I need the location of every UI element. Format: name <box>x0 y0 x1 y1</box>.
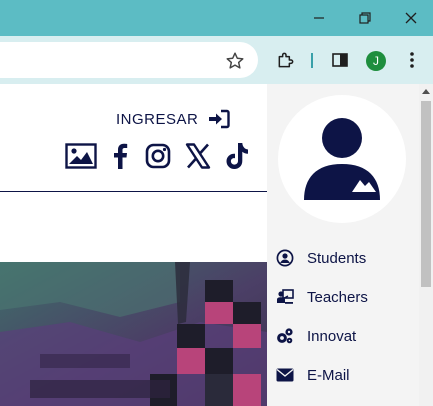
facebook-link[interactable] <box>109 141 131 171</box>
sign-in-icon <box>209 109 231 129</box>
scroll-up-button[interactable] <box>419 84 433 98</box>
login-label: INGRESAR <box>116 110 199 128</box>
instagram-link[interactable] <box>143 141 173 171</box>
user-avatar-icon <box>304 118 380 200</box>
close-icon <box>405 12 417 24</box>
sidebar-item-label: Teachers <box>307 288 368 306</box>
close-window-button[interactable] <box>388 0 433 36</box>
bookmark-star-button[interactable] <box>224 50 246 72</box>
scroll-thumb[interactable] <box>421 101 431 287</box>
minimize-icon <box>314 17 324 19</box>
instagram-icon <box>145 143 171 169</box>
tiktok-link[interactable] <box>223 141 251 171</box>
sidebar-panel: Students Teachers Innovat E-Mail <box>267 84 419 406</box>
star-icon <box>226 52 244 69</box>
teacher-icon <box>276 288 294 306</box>
header-divider <box>0 191 267 192</box>
facebook-icon <box>114 143 128 169</box>
sidebar-item-email[interactable]: E-Mail <box>267 360 419 390</box>
avatar[interactable] <box>278 95 406 223</box>
minimize-button[interactable] <box>296 0 342 36</box>
side-panel-icon <box>332 53 348 67</box>
more-menu-button[interactable] <box>400 48 424 72</box>
gears-icon <box>276 327 294 345</box>
extensions-icon <box>278 52 294 68</box>
scroll-up-arrow-icon <box>422 89 430 94</box>
toolbar-separator <box>311 53 313 68</box>
more-menu-icon <box>410 52 414 68</box>
gallery-icon <box>65 143 97 169</box>
sidebar-item-innovat[interactable]: Innovat <box>267 321 419 351</box>
sidebar-item-label: E-Mail <box>307 366 350 384</box>
sidebar-item-label: Students <box>307 249 367 267</box>
login-link[interactable]: INGRESAR <box>116 109 231 129</box>
page-scrollbar[interactable] <box>419 84 433 406</box>
sidebar-item-students[interactable]: Students <box>267 243 419 273</box>
hero-image <box>0 262 267 406</box>
address-bar[interactable] <box>0 42 258 78</box>
restore-button[interactable] <box>342 0 388 36</box>
tiktok-icon <box>226 143 248 169</box>
side-panel-button[interactable] <box>328 48 352 72</box>
hero-photo-graphic <box>0 262 267 406</box>
sidebar-item-teachers[interactable]: Teachers <box>267 282 419 312</box>
page-content: INGRESAR <box>0 84 267 406</box>
gallery-link[interactable] <box>64 141 98 171</box>
envelope-icon <box>276 366 294 384</box>
x-icon <box>185 143 211 169</box>
extensions-button[interactable] <box>274 48 298 72</box>
title-bar <box>0 0 433 36</box>
user-circle-icon <box>276 249 294 267</box>
sidebar-item-label: Innovat <box>307 327 357 345</box>
profile-avatar-button[interactable]: J <box>366 51 386 71</box>
browser-toolbar: J <box>0 36 433 84</box>
x-link[interactable] <box>183 141 213 171</box>
restore-icon <box>359 12 371 24</box>
